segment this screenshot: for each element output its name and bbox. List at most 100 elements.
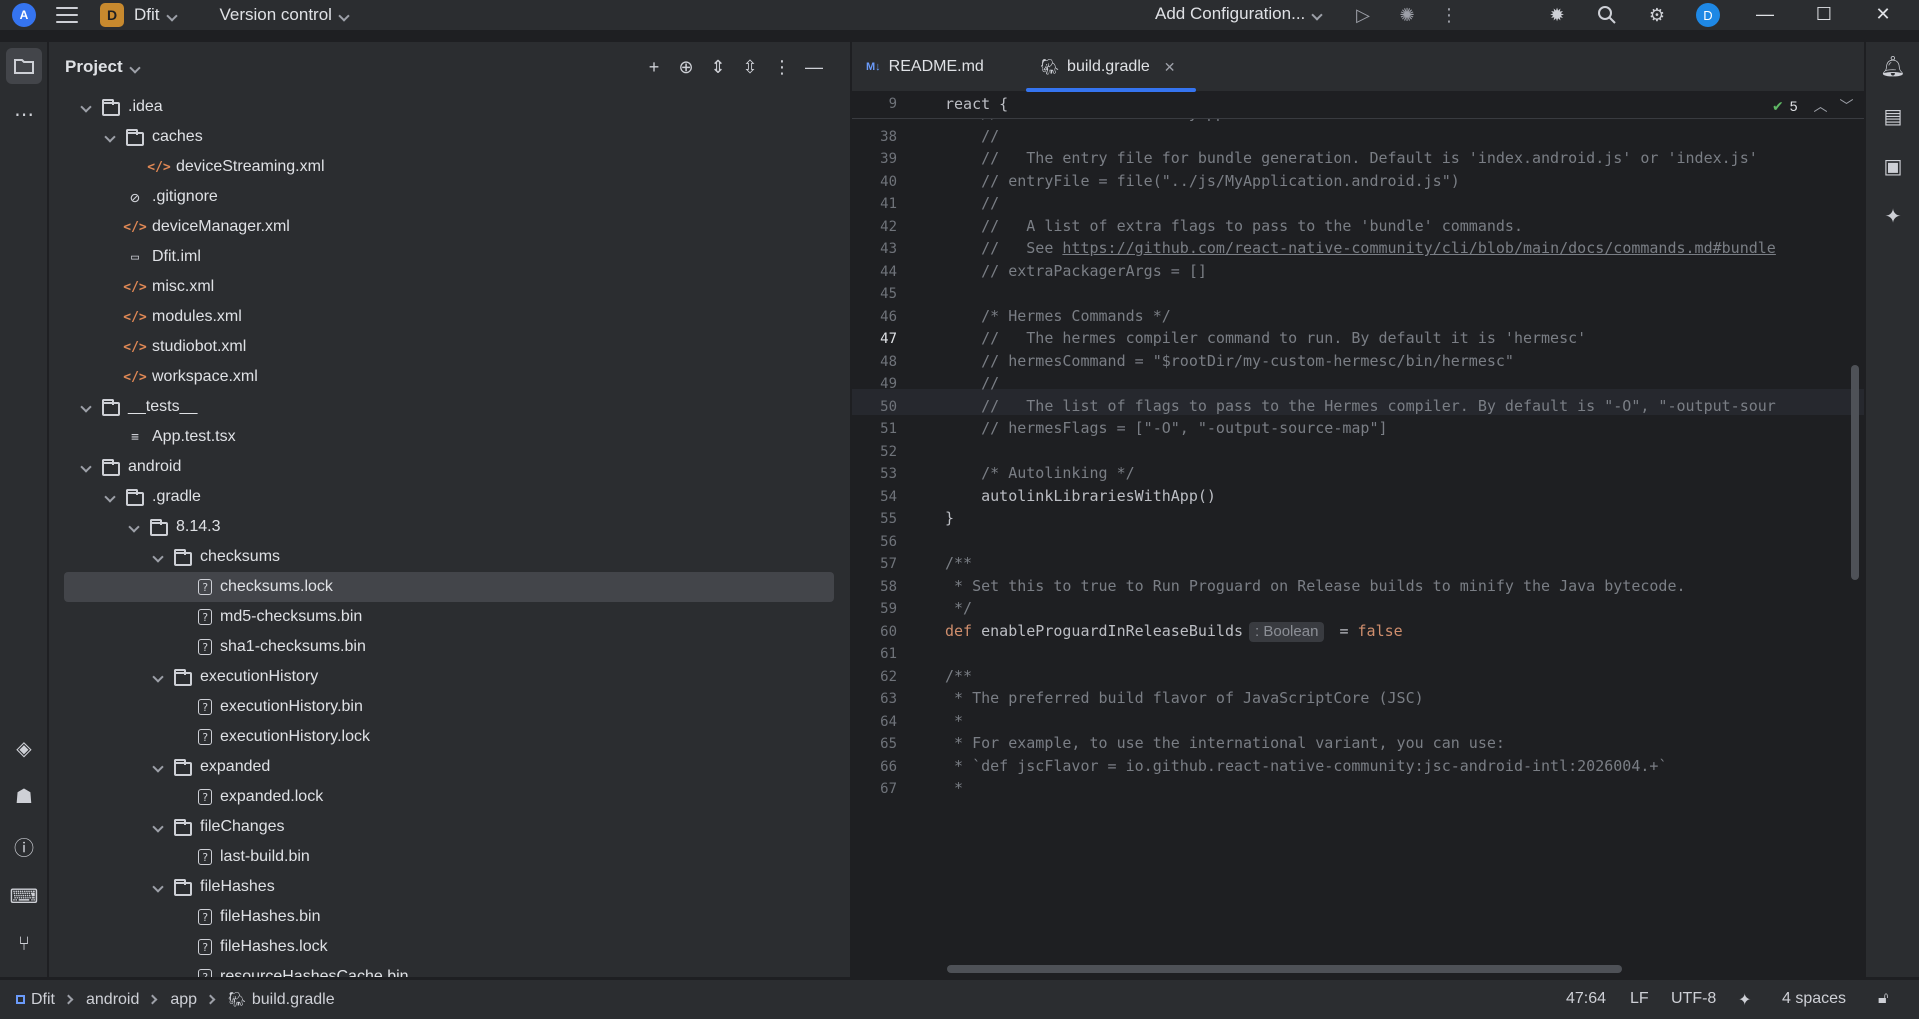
project-badge[interactable]: D: [100, 3, 124, 27]
gradle-tool-icon[interactable]: ▤: [1875, 98, 1911, 134]
terminal-icon[interactable]: ⌨: [6, 878, 42, 914]
read-only-lock-icon[interactable]: 🔓︎: [1878, 990, 1888, 1008]
line-number[interactable]: 48: [852, 354, 897, 370]
tree-file-item[interactable]: ? checksums.lock: [64, 572, 834, 602]
expand-all-icon[interactable]: ⇕: [707, 56, 729, 78]
tree-folder-item[interactable]: checksums: [49, 542, 849, 572]
code-link[interactable]: https://github.com/react-native-communit…: [1062, 239, 1775, 257]
git-branch-icon[interactable]: ⑂: [6, 926, 42, 962]
line-number[interactable]: 41: [852, 196, 897, 212]
line-number[interactable]: 57: [852, 556, 897, 572]
locate-file-icon[interactable]: ⊕: [675, 56, 697, 78]
line-number[interactable]: 47: [852, 331, 897, 347]
line-number[interactable]: 44: [852, 264, 897, 280]
tree-folder-item[interactable]: fileHashes: [49, 872, 849, 902]
chevron-down-icon[interactable]: [128, 521, 140, 533]
line-number[interactable]: 38: [852, 129, 897, 145]
ai-sparkle-icon[interactable]: ✦: [1738, 990, 1751, 1010]
indent-setting[interactable]: 4 spaces: [1782, 990, 1846, 1008]
tree-file-item[interactable]: </> workspace.xml: [49, 362, 849, 392]
tree-file-item[interactable]: ? executionHistory.bin: [49, 692, 849, 722]
editor-vertical-scrollbar[interactable]: [1851, 365, 1859, 580]
chevron-down-icon[interactable]: [80, 461, 92, 473]
maximize-window-icon[interactable]: ☐: [1813, 3, 1835, 25]
line-number[interactable]: 42: [852, 219, 897, 235]
tab-build-gradle[interactable]: 🐘︎ build.gradle ✕: [1040, 42, 1176, 92]
line-number[interactable]: 66: [852, 759, 897, 775]
tree-folder-item[interactable]: .idea: [49, 92, 849, 122]
tree-file-item[interactable]: ? executionHistory.lock: [49, 722, 849, 752]
chevron-down-icon[interactable]: [80, 401, 92, 413]
tree-folder-item[interactable]: caches: [49, 122, 849, 152]
tree-folder-item[interactable]: .gradle: [49, 482, 849, 512]
line-number[interactable]: 45: [852, 286, 897, 302]
run-configuration-dropdown[interactable]: Add Configuration...: [1155, 4, 1323, 24]
device-manager-icon[interactable]: ▣: [1875, 148, 1911, 184]
tab-readme[interactable]: M↓ README.md: [866, 42, 984, 92]
tree-file-item[interactable]: ▭ Dfit.iml: [49, 242, 849, 272]
chevron-down-icon[interactable]: [152, 671, 164, 683]
sticky-scroll-header[interactable]: 9 react {: [852, 92, 1864, 119]
settings-gear-icon[interactable]: ⚙: [1646, 4, 1668, 26]
tree-file-item[interactable]: ? expanded.lock: [49, 782, 849, 812]
hide-panel-icon[interactable]: —: [803, 56, 825, 78]
collapse-all-icon[interactable]: ⇳: [739, 56, 761, 78]
chevron-down-icon[interactable]: [152, 551, 164, 563]
tree-file-item[interactable]: ? md5-checksums.bin: [49, 602, 849, 632]
android-robot-icon[interactable]: ☗: [6, 778, 42, 814]
editor-horizontal-scrollbar[interactable]: [947, 965, 1622, 973]
more-tools-icon[interactable]: ⋯: [6, 96, 42, 132]
tree-file-item[interactable]: </> deviceManager.xml: [49, 212, 849, 242]
tree-file-item[interactable]: </> misc.xml: [49, 272, 849, 302]
tree-folder-item[interactable]: __tests__: [49, 392, 849, 422]
tree-folder-item[interactable]: android: [49, 452, 849, 482]
search-icon[interactable]: [1596, 4, 1618, 26]
tree-file-item[interactable]: ? resourceHashesCache.bin: [49, 962, 849, 977]
more-actions-icon[interactable]: ⋮: [1438, 4, 1460, 26]
options-icon[interactable]: ⋮: [771, 56, 793, 78]
line-number[interactable]: 40: [852, 174, 897, 190]
line-number[interactable]: 46: [852, 309, 897, 325]
line-number[interactable]: 62: [852, 669, 897, 685]
debug-icon[interactable]: ✺: [1396, 4, 1418, 26]
breadcrumb-item[interactable]: android: [86, 991, 139, 1009]
project-view-selector[interactable]: Project: [65, 57, 141, 77]
next-highlight-icon[interactable]: ﹀: [1840, 96, 1854, 116]
chevron-down-icon[interactable]: [80, 101, 92, 113]
chevron-down-icon[interactable]: [104, 491, 116, 503]
previous-highlight-icon[interactable]: ︿: [1814, 96, 1828, 116]
tree-file-item[interactable]: ≡ App.test.tsx: [49, 422, 849, 452]
line-number[interactable]: 51: [852, 421, 897, 437]
tree-file-item[interactable]: ? fileHashes.lock: [49, 932, 849, 962]
inspection-widget[interactable]: ✔ 5 ︿ ﹀: [1772, 96, 1854, 116]
line-number[interactable]: 50: [852, 399, 897, 415]
notifications-bell-icon[interactable]: 🔔︎: [1875, 48, 1911, 84]
account-avatar[interactable]: D: [1696, 3, 1720, 27]
gemini-gem-icon[interactable]: ◈: [6, 730, 42, 766]
line-number[interactable]: 43: [852, 241, 897, 257]
tree-file-item[interactable]: </> modules.xml: [49, 302, 849, 332]
line-number[interactable]: 53: [852, 466, 897, 482]
tree-folder-item[interactable]: expanded: [49, 752, 849, 782]
chevron-down-icon[interactable]: [104, 131, 116, 143]
tree-file-item[interactable]: ? sha1-checksums.bin: [49, 632, 849, 662]
tree-file-item[interactable]: ⊘ .gitignore: [49, 182, 849, 212]
new-file-icon[interactable]: +: [643, 56, 665, 78]
line-number[interactable]: 39: [852, 151, 897, 167]
line-number[interactable]: 54: [852, 489, 897, 505]
chevron-down-icon[interactable]: [152, 881, 164, 893]
tree-file-item[interactable]: </> deviceStreaming.xml: [49, 152, 849, 182]
version-control-menu[interactable]: Version control: [220, 5, 350, 25]
gemini-sparkle-icon[interactable]: ✦: [1875, 198, 1911, 234]
breadcrumb-item[interactable]: app: [170, 991, 197, 1009]
chevron-down-icon[interactable]: [152, 761, 164, 773]
breadcrumb-item[interactable]: build.gradle: [252, 991, 335, 1009]
code-editor[interactable]: 9 react { ✔ 5 ︿ ﹀ 37 // bundleAssetName …: [852, 92, 1864, 977]
debugger-bug-icon[interactable]: ✹: [1546, 4, 1568, 26]
close-tab-icon[interactable]: ✕: [1164, 59, 1176, 76]
main-menu-icon[interactable]: [56, 7, 78, 23]
line-number[interactable]: 61: [852, 646, 897, 662]
line-number[interactable]: 52: [852, 444, 897, 460]
line-number[interactable]: 58: [852, 579, 897, 595]
project-tool-folder-icon[interactable]: [6, 48, 42, 84]
